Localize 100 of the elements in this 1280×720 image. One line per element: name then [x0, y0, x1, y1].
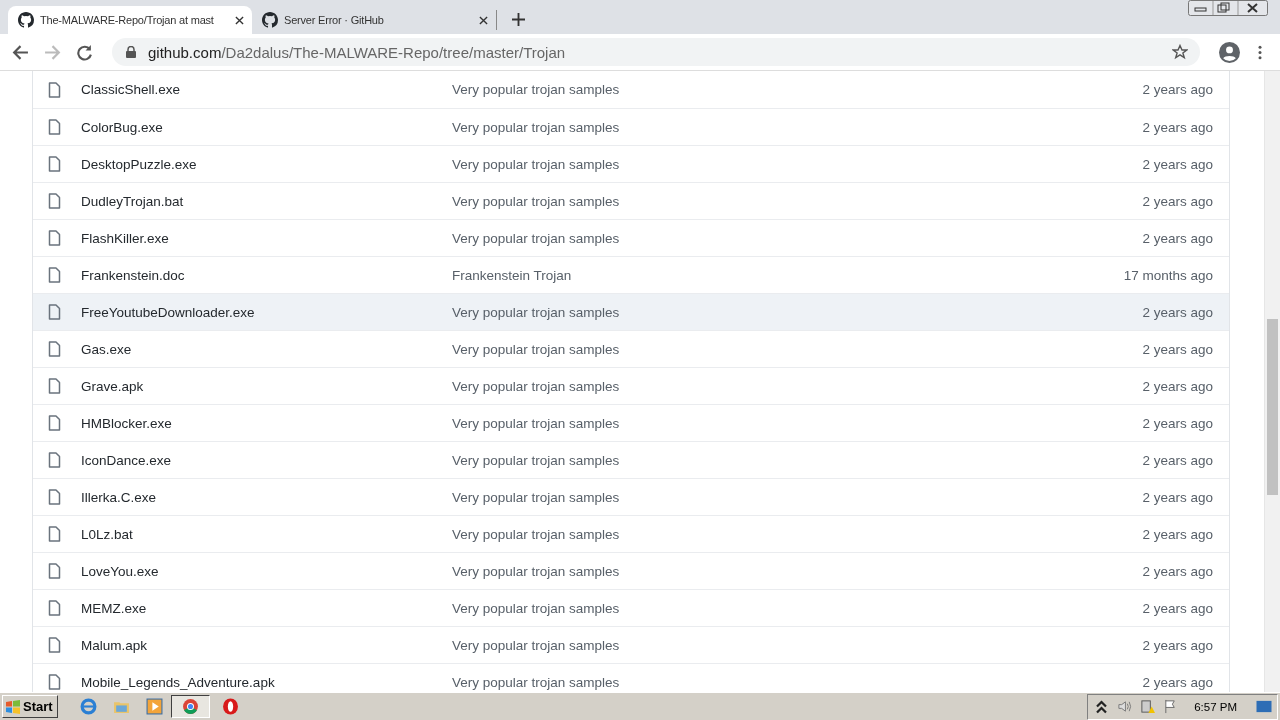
address-bar[interactable]: github.com/Da2dalus/The-MALWARE-Repo/tree/master/Trojan	[112, 38, 1200, 66]
file-row[interactable]: Grave.apk Very popular trojan samples 2 years ago	[33, 367, 1229, 404]
file-row[interactable]: L0Lz.bat Very popular trojan samples 2 years ago	[33, 515, 1229, 552]
file-row[interactable]: ColorBug.exe Very popular trojan samples 2 years ago	[33, 108, 1229, 145]
file-icon	[48, 230, 61, 246]
file-name[interactable]: Gas.exe	[81, 341, 452, 357]
file-row[interactable]: DudleyTrojan.bat Very popular trojan samples 2 years ago	[33, 182, 1229, 219]
file-icon	[48, 489, 61, 505]
chrome-icon	[181, 698, 199, 715]
browser-tab[interactable]: The-MALWARE-Repo/Trojan at mast	[8, 6, 252, 34]
back-icon[interactable]	[12, 43, 29, 61]
file-name[interactable]: FreeYoutubeDownloader.exe	[81, 304, 452, 320]
opera-icon[interactable]	[221, 698, 239, 715]
commit-message[interactable]: Frankenstein Trojan	[452, 267, 1124, 283]
media-player-icon[interactable]	[145, 698, 163, 715]
close-icon[interactable]	[235, 15, 244, 25]
bookmark-star-icon[interactable]	[1172, 44, 1188, 60]
commit-message[interactable]: Very popular trojan samples	[452, 452, 1143, 468]
file-row[interactable]: MEMZ.exe Very popular trojan samples 2 years ago	[33, 589, 1229, 626]
commit-message[interactable]: Very popular trojan samples	[452, 415, 1143, 431]
commit-message[interactable]: Very popular trojan samples	[452, 119, 1143, 135]
clock[interactable]: 6:57 PM	[1194, 700, 1237, 713]
file-icon	[48, 378, 61, 394]
commit-message[interactable]: Very popular trojan samples	[452, 489, 1143, 505]
file-row[interactable]: Gas.exe Very popular trojan samples 2 years ago	[33, 330, 1229, 367]
commit-age: 17 months ago	[1123, 267, 1213, 283]
file-name[interactable]: Mobile_Legends_Adventure.apk	[81, 674, 452, 690]
network-warning-icon[interactable]	[1140, 699, 1156, 714]
commit-age: 2 years ago	[1142, 489, 1213, 505]
commit-age: 2 years ago	[1142, 563, 1213, 579]
commit-message[interactable]: Very popular trojan samples	[452, 193, 1143, 209]
file-icon	[48, 452, 61, 468]
commit-age: 2 years ago	[1142, 526, 1213, 542]
file-icon	[48, 156, 61, 172]
commit-message[interactable]: Very popular trojan samples	[452, 156, 1143, 172]
file-name[interactable]: DesktopPuzzle.exe	[81, 156, 452, 172]
account-icon[interactable]	[1219, 41, 1240, 63]
file-name[interactable]: L0Lz.bat	[81, 526, 452, 542]
browser-tab[interactable]: Server Error · GitHub	[252, 6, 496, 34]
commit-age: 2 years ago	[1142, 600, 1213, 616]
file-row[interactable]: IconDance.exe Very popular trojan samples 2 years ago	[33, 441, 1229, 478]
file-icon	[48, 674, 61, 690]
chevron-up-icon[interactable]	[1094, 699, 1110, 714]
commit-message[interactable]: Very popular trojan samples	[452, 304, 1143, 320]
file-name[interactable]: LoveYou.exe	[81, 563, 452, 579]
commit-message[interactable]: Very popular trojan samples	[452, 600, 1143, 616]
new-tab-icon[interactable]	[512, 13, 525, 26]
lock-icon	[126, 46, 136, 58]
commit-message[interactable]: Very popular trojan samples	[452, 637, 1143, 653]
menu-icon[interactable]	[1258, 44, 1262, 60]
file-name[interactable]: FlashKiller.exe	[81, 230, 452, 246]
file-name[interactable]: Grave.apk	[81, 378, 452, 394]
reload-icon[interactable]	[76, 43, 93, 61]
commit-message[interactable]: Very popular trojan samples	[452, 341, 1143, 357]
commit-age: 2 years ago	[1142, 637, 1213, 653]
file-row[interactable]: HMBlocker.exe Very popular trojan samples 2 years ago	[33, 404, 1229, 441]
github-logo-icon	[262, 12, 278, 28]
file-name[interactable]: MEMZ.exe	[81, 600, 452, 616]
scrollbar[interactable]	[1264, 71, 1280, 692]
file-row[interactable]: Malum.apk Very popular trojan samples 2 years ago	[33, 626, 1229, 663]
close-icon[interactable]	[479, 15, 488, 25]
file-name[interactable]: ColorBug.exe	[81, 119, 452, 135]
speaker-icon[interactable]	[1117, 699, 1133, 714]
file-row[interactable]: DesktopPuzzle.exe Very popular trojan samples 2 years ago	[33, 145, 1229, 182]
commit-message[interactable]: Very popular trojan samples	[452, 230, 1143, 246]
commit-message[interactable]: Very popular trojan samples	[452, 674, 1143, 690]
file-icon	[48, 193, 61, 209]
commit-message[interactable]: Very popular trojan samples	[452, 378, 1143, 394]
file-name[interactable]: Malum.apk	[81, 637, 452, 653]
file-name[interactable]: IconDance.exe	[81, 452, 452, 468]
chrome-taskbar-button[interactable]	[170, 695, 210, 718]
file-icon	[48, 341, 61, 357]
file-icon	[48, 267, 61, 283]
file-row[interactable]: LoveYou.exe Very popular trojan samples 2 years ago	[33, 552, 1229, 589]
file-row[interactable]: FlashKiller.exe Very popular trojan samples 2 years ago	[33, 219, 1229, 256]
commit-message[interactable]: Very popular trojan samples	[452, 563, 1143, 579]
file-icon	[48, 637, 61, 653]
internet-explorer-icon[interactable]	[79, 698, 97, 715]
scrollbar-thumb[interactable]	[1267, 319, 1278, 495]
file-icon	[48, 81, 61, 98]
commit-age: 2 years ago	[1142, 341, 1213, 357]
file-row[interactable]: ClassicShell.exe Very popular trojan samples 2 years ago	[33, 71, 1229, 108]
show-desktop-icon[interactable]	[1255, 699, 1273, 714]
window-controls-drawing[interactable]	[1188, 0, 1268, 16]
file-name[interactable]: ClassicShell.exe	[81, 82, 452, 97]
file-row[interactable]: Illerka.C.exe Very popular trojan samples 2 years ago	[33, 478, 1229, 515]
file-row[interactable]: FreeYoutubeDownloader.exe Very popular trojan samples 2 years ago	[33, 293, 1229, 330]
commit-message[interactable]: Very popular trojan samples	[452, 526, 1143, 542]
commit-message[interactable]: Very popular trojan samples	[452, 82, 1143, 97]
github-logo-icon	[18, 12, 34, 28]
file-icon	[48, 415, 61, 431]
windows-logo-icon	[5, 698, 21, 715]
commit-age: 2 years ago	[1142, 304, 1213, 320]
start-button[interactable]: Start	[2, 695, 58, 718]
file-icon	[48, 563, 61, 579]
file-name[interactable]: Frankenstein.doc	[81, 267, 452, 283]
commit-age: 2 years ago	[1142, 82, 1213, 97]
file-name[interactable]: DudleyTrojan.bat	[81, 193, 452, 209]
file-name[interactable]: HMBlocker.exe	[81, 415, 452, 431]
file-name[interactable]: Illerka.C.exe	[81, 489, 452, 505]
